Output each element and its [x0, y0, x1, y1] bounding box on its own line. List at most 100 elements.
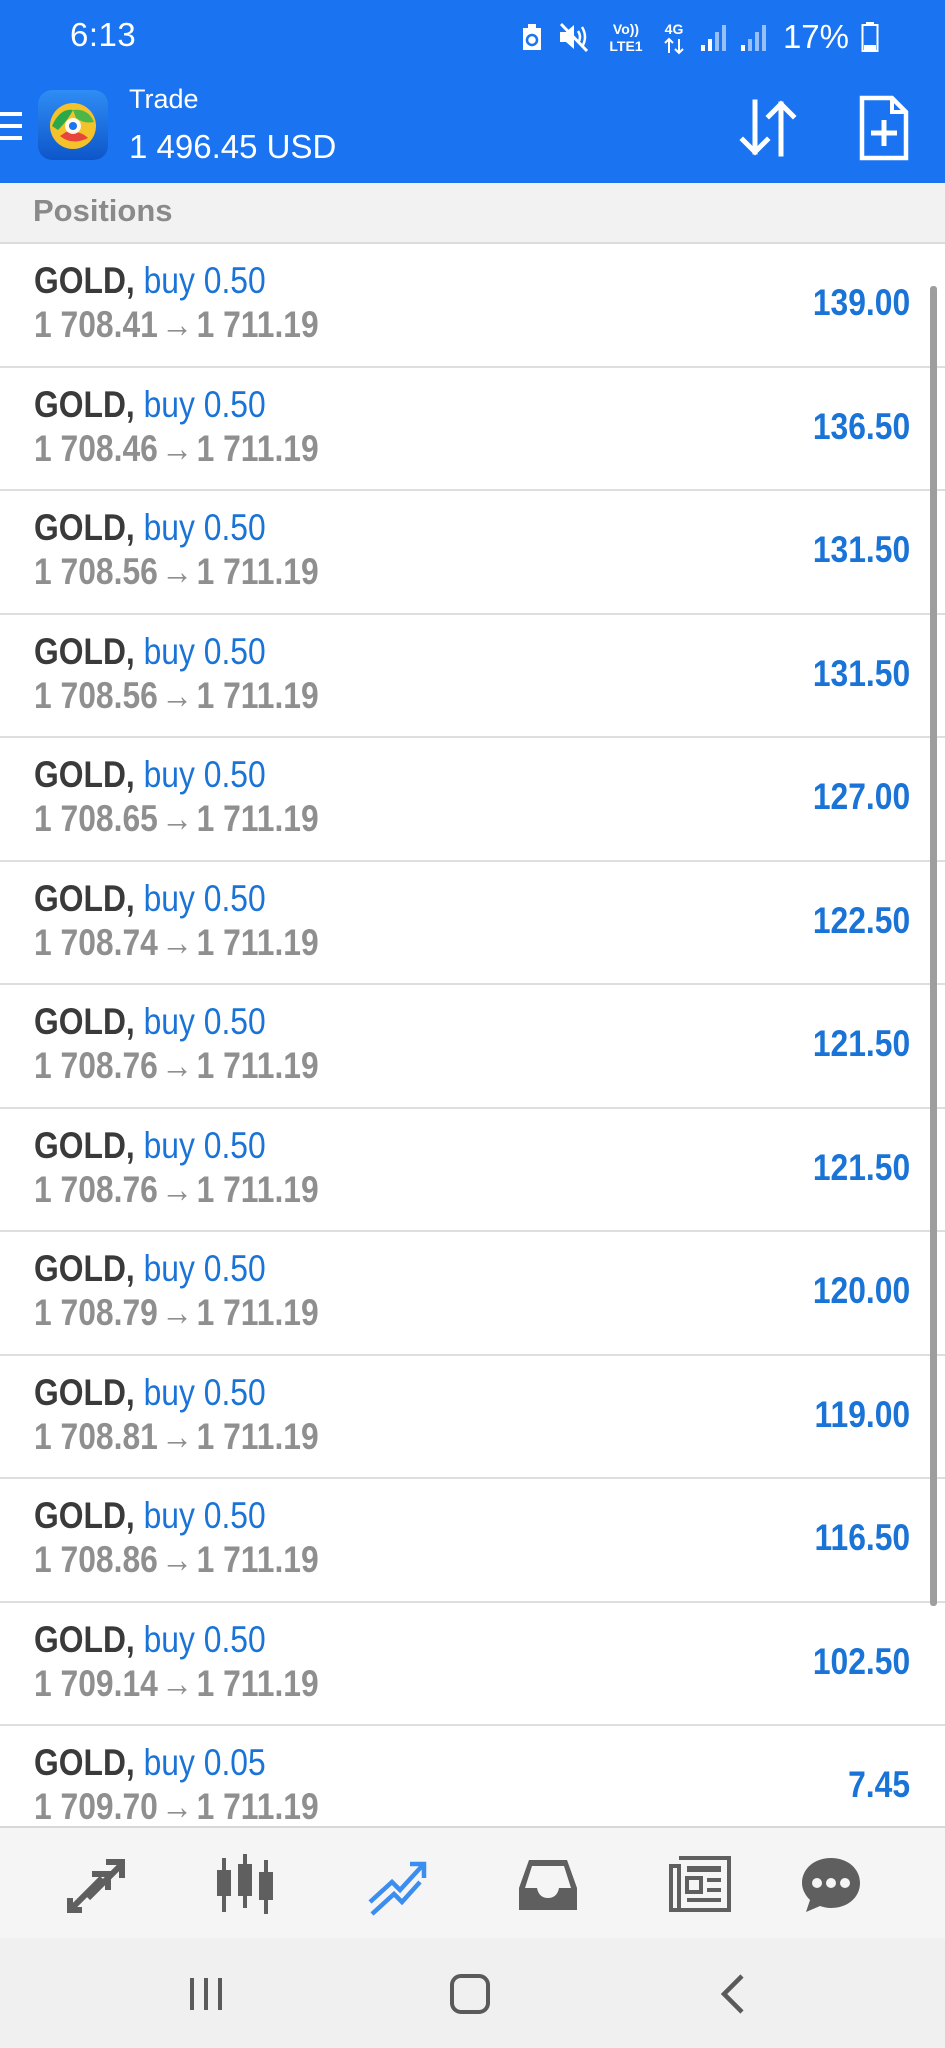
- bottom-navigation: [0, 1826, 945, 1938]
- position-row[interactable]: GOLD, buy 0.50 1 708.56→1 711.19 131.50: [0, 491, 945, 615]
- position-title: GOLD, buy 0.50: [34, 507, 266, 549]
- svg-text:LTE1: LTE1: [609, 38, 642, 54]
- positions-list: GOLD, buy 0.50 1 708.41→1 711.19 139.00 GOL…: [0, 244, 945, 1826]
- battery-icon: [861, 22, 879, 52]
- app-logo[interactable]: [38, 90, 108, 160]
- position-symbol: GOLD: [34, 1001, 126, 1042]
- position-row[interactable]: GOLD, buy 0.50 1 708.76→1 711.19 121.50: [0, 985, 945, 1109]
- nav-chat-button[interactable]: [798, 1852, 864, 1918]
- position-row[interactable]: GOLD, buy 0.50 1 708.81→1 711.19 119.00: [0, 1355, 945, 1479]
- position-row[interactable]: GOLD, buy 0.50 1 708.41→1 711.19 139.00: [0, 244, 945, 368]
- position-side: buy: [143, 1124, 195, 1166]
- position-side: buy: [143, 630, 195, 672]
- arrow-right-icon: →: [161, 1168, 194, 1210]
- new-order-icon: [859, 95, 909, 161]
- position-title: GOLD, buy 0.50: [34, 1372, 266, 1414]
- chat-icon: [802, 1858, 860, 1912]
- recents-icon: [190, 1978, 222, 2010]
- open-price: 1 708.76: [34, 1045, 158, 1086]
- position-volume: 0.50: [203, 1124, 266, 1166]
- position-title: GOLD, buy 0.50: [34, 1125, 266, 1167]
- position-title: GOLD, buy 0.50: [34, 1248, 266, 1290]
- position-symbol: GOLD: [34, 1371, 126, 1413]
- position-row[interactable]: GOLD, buy 0.50 1 708.74→1 711.19 122.50: [0, 861, 945, 985]
- position-prices: 1 708.56→1 711.19: [34, 551, 319, 593]
- arrow-right-icon: →: [161, 1662, 194, 1704]
- position-side: buy: [143, 877, 195, 919]
- home-button[interactable]: [440, 1968, 500, 2020]
- open-price: 1 708.41: [34, 304, 158, 345]
- separator: ,: [125, 1124, 144, 1166]
- svg-text:4G: 4G: [665, 21, 684, 37]
- position-title: GOLD, buy 0.50: [34, 754, 266, 796]
- position-title: GOLD, buy 0.50: [34, 384, 266, 426]
- position-volume: 0.50: [203, 754, 266, 795]
- position-profit: 122.50: [812, 899, 910, 941]
- position-profit: 131.50: [812, 529, 910, 570]
- svg-text:Vo)): Vo)): [613, 21, 639, 37]
- scrollbar[interactable]: [930, 286, 937, 1606]
- position-row[interactable]: GOLD, buy 0.50 1 708.76→1 711.19 121.50: [0, 1108, 945, 1232]
- nav-history-button[interactable]: [515, 1852, 581, 1918]
- position-row[interactable]: GOLD, buy 0.50 1 708.86→1 711.19 116.50: [0, 1479, 945, 1603]
- separator: ,: [125, 1495, 144, 1536]
- separator: ,: [125, 1248, 144, 1289]
- position-prices: 1 708.65→1 711.19: [34, 798, 319, 840]
- arrow-right-icon: →: [161, 1415, 194, 1457]
- position-profit: 139.00: [812, 282, 910, 323]
- home-icon: [450, 1974, 490, 2014]
- position-side: buy: [143, 1742, 195, 1783]
- separator: ,: [125, 877, 144, 919]
- position-symbol: GOLD: [34, 877, 126, 919]
- position-profit: 102.50: [812, 1640, 910, 1682]
- position-row[interactable]: GOLD, buy 0.50 1 708.79→1 711.19 120.00: [0, 1232, 945, 1356]
- position-volume: 0.50: [203, 630, 266, 672]
- position-volume: 0.50: [203, 1371, 266, 1413]
- position-prices: 1 709.14→1 711.19: [34, 1663, 319, 1705]
- position-symbol: GOLD: [34, 1124, 126, 1166]
- position-side: buy: [143, 1001, 195, 1042]
- volte-icon: Vo)) LTE1: [609, 21, 642, 54]
- back-button[interactable]: [704, 1968, 764, 2020]
- separator: ,: [125, 260, 144, 301]
- position-volume: 0.50: [203, 260, 266, 301]
- arrow-right-icon: →: [161, 1539, 194, 1580]
- separator: ,: [125, 507, 144, 548]
- recents-button[interactable]: [176, 1968, 236, 2020]
- position-prices: 1 708.41→1 711.19: [34, 304, 319, 346]
- menu-icon[interactable]: [0, 106, 24, 146]
- position-row[interactable]: GOLD, buy 0.05 1 709.70→1 711.19 7.45: [0, 1726, 945, 1826]
- status-time: 6:13: [70, 16, 137, 53]
- current-price: 1 711.19: [196, 1415, 319, 1457]
- new-order-button[interactable]: [848, 94, 918, 162]
- mute-icon: [559, 22, 589, 53]
- nav-chart-button[interactable]: [212, 1852, 278, 1918]
- position-row[interactable]: GOLD, buy 0.50 1 709.14→1 711.19 102.50: [0, 1602, 945, 1726]
- position-title: GOLD, buy 0.50: [34, 1619, 266, 1661]
- nav-news-button[interactable]: [667, 1852, 733, 1918]
- nav-quotes-button[interactable]: [62, 1852, 128, 1918]
- open-price: 1 708.65: [34, 798, 158, 839]
- position-prices: 1 708.46→1 711.19: [34, 428, 319, 470]
- position-profit: 127.00: [812, 776, 910, 817]
- position-title: GOLD, buy 0.50: [34, 260, 266, 302]
- current-price: 1 711.19: [196, 304, 319, 345]
- position-symbol: GOLD: [34, 383, 126, 425]
- position-title: GOLD, buy 0.50: [34, 1001, 266, 1043]
- nav-trade-button[interactable]: [364, 1852, 430, 1918]
- current-price: 1 711.19: [196, 921, 319, 963]
- position-prices: 1 708.74→1 711.19: [34, 922, 319, 964]
- separator: ,: [125, 1001, 144, 1042]
- position-profit: 136.50: [812, 405, 910, 447]
- position-row[interactable]: GOLD, buy 0.50 1 708.65→1 711.19 127.00: [0, 738, 945, 862]
- open-price: 1 708.81: [34, 1415, 158, 1457]
- position-profit: 121.50: [812, 1146, 910, 1188]
- position-row[interactable]: GOLD, buy 0.50 1 708.56→1 711.19 131.50: [0, 614, 945, 738]
- position-symbol: GOLD: [34, 260, 126, 301]
- separator: ,: [125, 754, 144, 795]
- position-profit: 131.50: [812, 652, 910, 694]
- sort-button[interactable]: [733, 94, 803, 162]
- position-row[interactable]: GOLD, buy 0.50 1 708.46→1 711.19 136.50: [0, 367, 945, 491]
- position-prices: 1 708.86→1 711.19: [34, 1539, 319, 1581]
- chart-icon: [217, 1854, 273, 1914]
